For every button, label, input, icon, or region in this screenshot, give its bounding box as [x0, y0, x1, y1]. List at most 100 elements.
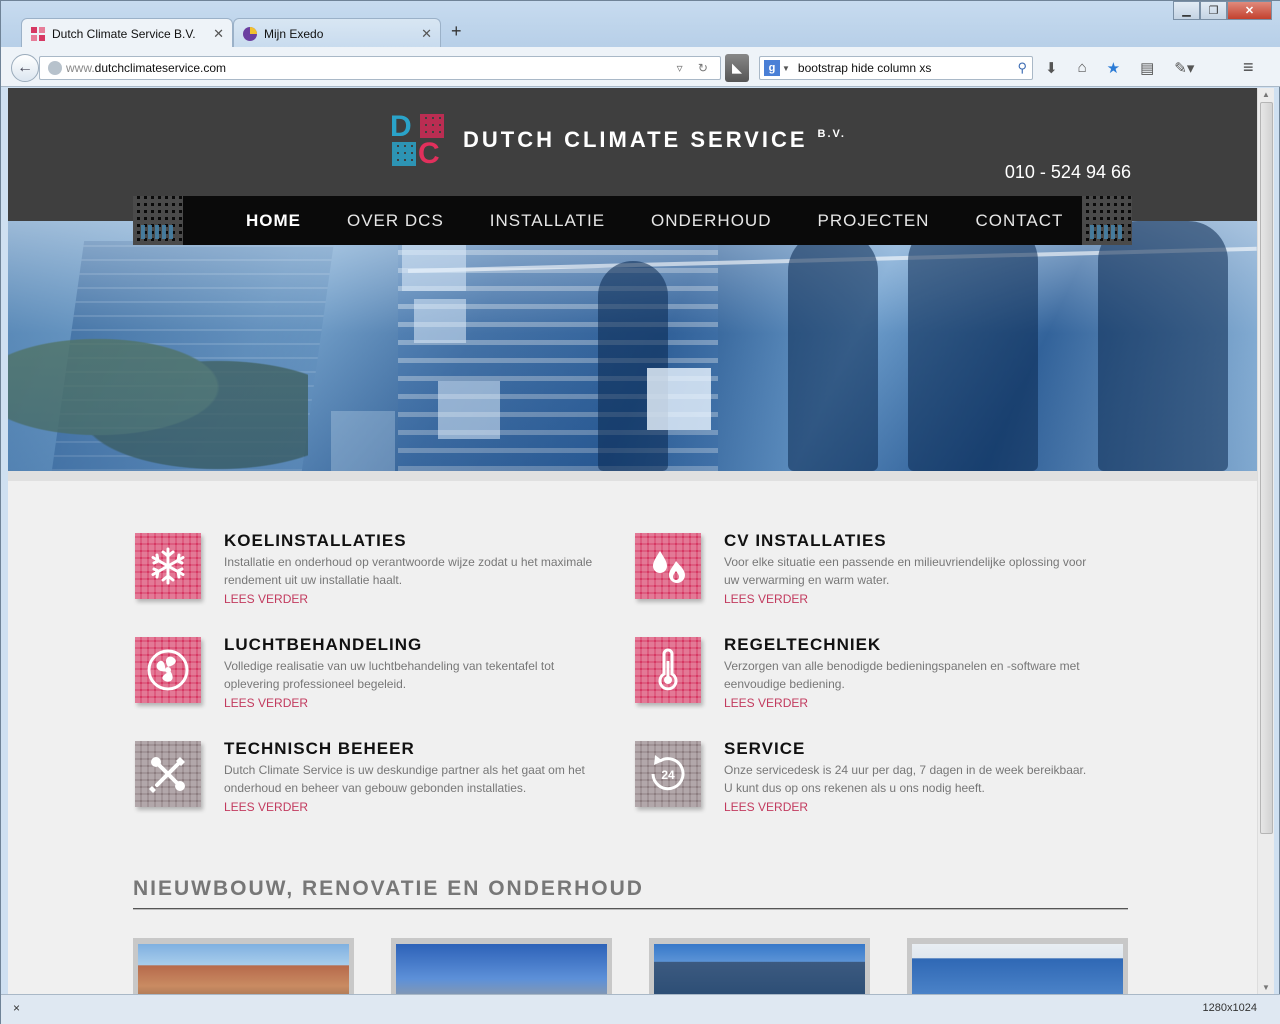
phone-number: 010 - 524 94 66 [1004, 162, 1131, 182]
nav-item-projecten[interactable]: PROJECTEN [817, 211, 929, 231]
service-description: Onze servicedesk is 24 uur per dag, 7 da… [724, 763, 1087, 795]
scrollbar-thumb[interactable] [1260, 102, 1273, 834]
download-icon[interactable]: ⬇ [1045, 59, 1058, 77]
nav-pixel-decoration [1082, 196, 1132, 245]
read-more-link[interactable]: LEES VERDER [724, 696, 808, 710]
search-bar[interactable]: g ▼ bootstrap hide column xs ⚲ [759, 56, 1033, 80]
service-title: SERVICE [724, 739, 806, 758]
vertical-scrollbar[interactable]: ▲ ▼ [1257, 88, 1274, 994]
tab-mijn-exedo[interactable]: Mijn Exedo ✕ [233, 18, 441, 48]
reading-list-icon[interactable]: ▤ [1140, 59, 1154, 77]
service-regeltechniek: REGELTECHNIEK Verzorgen van alle benodig… [635, 635, 1105, 717]
scroll-up-icon[interactable]: ▲ [1262, 90, 1270, 99]
service-title: REGELTECHNIEK [724, 635, 882, 654]
minimize-icon[interactable]: ▁ [1173, 1, 1200, 20]
nav-item-onderhoud[interactable]: ONDERHOUD [651, 211, 771, 231]
thermometer-icon[interactable] [635, 637, 701, 703]
tools-icon[interactable] [135, 741, 201, 807]
status-bar: × 1280x1024 [1, 994, 1280, 1024]
tab-title: Mijn Exedo [264, 26, 324, 41]
flame-drop-icon[interactable] [635, 533, 701, 599]
address-bar[interactable]: www. dutchclimateservice.com ▿ ↻ [39, 56, 721, 80]
new-tab-button[interactable]: + [451, 21, 462, 42]
hero-square [647, 368, 711, 430]
logo-pixels [420, 114, 444, 138]
read-more-link[interactable]: LEES VERDER [224, 800, 308, 814]
hero-bottom-band [8, 471, 1257, 481]
close-findbar-icon[interactable]: × [13, 1001, 20, 1015]
nav-item-over-dcs[interactable]: OVER DCS [347, 211, 444, 231]
hero-square [414, 299, 466, 343]
project-thumbnail[interactable] [391, 938, 612, 994]
google-icon: g [764, 60, 780, 76]
nav-pixel-decoration [133, 196, 183, 245]
hero-person [908, 221, 1038, 471]
service-description: Installatie en onderhoud op verantwoorde… [224, 555, 593, 587]
menu-icon[interactable]: ≡ [1243, 57, 1254, 78]
window-dimensions: 1280x1024 [1202, 1002, 1257, 1014]
service-title: TECHNISCH BEHEER [224, 739, 415, 758]
nav-item-contact[interactable]: CONTACT [975, 211, 1063, 231]
hero-person [598, 261, 668, 471]
read-more-link[interactable]: LEES VERDER [724, 592, 808, 606]
nav-item-home[interactable]: HOME [246, 211, 301, 231]
back-arrow-icon[interactable]: ← [11, 54, 39, 82]
snowflake-icon[interactable] [135, 533, 201, 599]
service-luchtbehandeling: LUCHTBEHANDELING Volledige realisatie va… [135, 635, 605, 717]
24h-icon[interactable]: 24 [635, 741, 701, 807]
service-description: Voor elke situatie een passende en milie… [724, 555, 1087, 587]
section-title: NIEUWBOUW, RENOVATIE EN ONDERHOUD [133, 877, 644, 900]
project-image [912, 944, 1123, 994]
hero-square [438, 381, 500, 439]
service-technisch-beheer: TECHNISCH BEHEER Dutch Climate Service i… [135, 739, 605, 821]
project-image [654, 944, 865, 994]
project-thumbnail[interactable] [133, 938, 354, 994]
hero-person [1098, 221, 1228, 471]
project-thumbnail[interactable] [907, 938, 1128, 994]
scroll-down-icon[interactable]: ▼ [1262, 983, 1270, 992]
service-description: Verzorgen van alle benodigde bedieningsp… [724, 659, 1080, 691]
tab-dutch-climate[interactable]: Dutch Climate Service B.V. ✕ [21, 18, 233, 48]
hero-person [788, 231, 878, 471]
search-icon[interactable]: ⚲ [1017, 60, 1027, 76]
brand-suffix: B.V. [817, 128, 846, 140]
service-title: LUCHTBEHANDELING [224, 635, 423, 654]
tools-dropdown-icon[interactable]: ✎▾ [1174, 59, 1194, 77]
search-input[interactable]: bootstrap hide column xs [798, 61, 1018, 75]
svg-text:24: 24 [661, 768, 675, 782]
exedo-favicon-icon [243, 26, 257, 41]
reload-icon[interactable]: ▿ ↻ [677, 61, 714, 75]
read-more-link[interactable]: LEES VERDER [724, 800, 808, 814]
window-close-icon[interactable]: ✕ [1227, 1, 1272, 20]
maximize-icon[interactable]: ❐ [1200, 1, 1227, 20]
hero-image [8, 221, 1257, 471]
window-controls: ▁ ❐ ✕ [1173, 1, 1272, 21]
logo-letter-c: C [418, 137, 440, 170]
star-icon[interactable]: ★ [1107, 59, 1120, 77]
close-tab-icon[interactable]: ✕ [421, 26, 432, 42]
main-navigation: HOME OVER DCS INSTALLATIE ONDERHOUD PROJ… [133, 196, 1132, 245]
service-title: CV INSTALLATIES [724, 531, 887, 550]
hero-square [331, 411, 395, 471]
dcs-logo-icon: D C [390, 112, 446, 170]
service-title: KOELINSTALLATIES [224, 531, 407, 550]
close-tab-icon[interactable]: ✕ [213, 26, 224, 42]
site-logo[interactable]: D C DUTCH CLIMATE SERVICE B.V. [390, 112, 846, 170]
project-image [396, 944, 607, 994]
project-thumbnail[interactable] [649, 938, 870, 994]
globe-icon [48, 61, 62, 75]
fan-icon[interactable] [135, 637, 201, 703]
read-more-link[interactable]: LEES VERDER [224, 592, 308, 606]
chevron-down-icon[interactable]: ▼ [782, 64, 790, 73]
project-image [138, 944, 349, 994]
home-icon[interactable]: ⌂ [1078, 59, 1087, 77]
bookmark-arrow-icon[interactable]: ◣ [725, 54, 749, 82]
page-viewport: D C DUTCH CLIMATE SERVICE B.V. 010 - 524… [8, 88, 1257, 994]
nav-item-installatie[interactable]: INSTALLATIE [490, 211, 605, 231]
dcs-favicon-icon [31, 26, 45, 41]
url-host: dutchclimateservice.com [94, 61, 227, 75]
read-more-link[interactable]: LEES VERDER [224, 696, 308, 710]
tab-title: Dutch Climate Service B.V. [52, 26, 196, 41]
navigation-toolbar: ← www. dutchclimateservice.com ▿ ↻ ◣ g ▼ … [1, 47, 1280, 87]
browser-window: Dutch Climate Service B.V. ✕ Mijn Exedo … [0, 0, 1280, 1024]
